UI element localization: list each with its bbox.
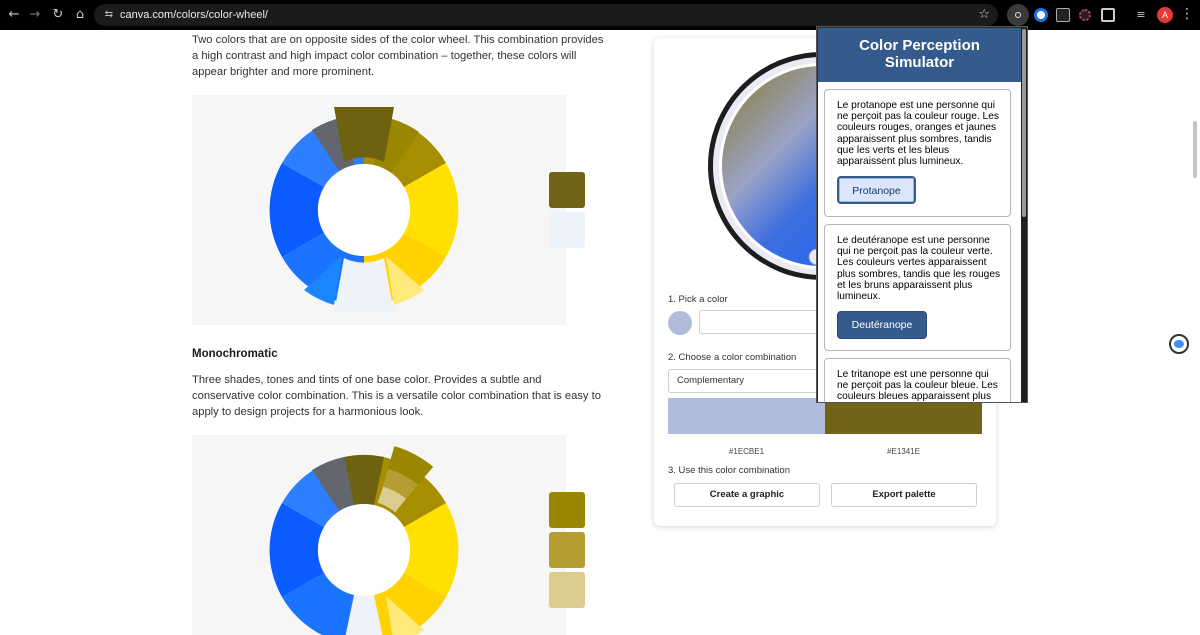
home-icon[interactable]: ⌂: [72, 7, 88, 23]
extension-screen-icon[interactable]: [1056, 8, 1070, 22]
popup-body: Color Perception Simulator Le protanope …: [818, 28, 1021, 402]
color-perception-popup: Color Perception Simulator Le protanope …: [816, 26, 1028, 403]
tritanope-card: Le tritanope est une personne qui ne per…: [824, 358, 1011, 402]
complementary-description: Two colors that are on opposite sides of…: [192, 34, 604, 78]
url-text[interactable]: canva.com/colors/color-wheel/: [120, 8, 268, 22]
hex-right-label: #E1341E: [887, 447, 920, 456]
picked-color-circle[interactable]: [668, 311, 692, 335]
deuteranope-description: Le deutéranope est une personne qui ne p…: [837, 235, 1001, 303]
deuteranope-button[interactable]: Deutéranope: [837, 311, 927, 339]
site-info-icon[interactable]: ⇆: [102, 8, 116, 22]
monochromatic-wheel-figure: [192, 435, 566, 635]
popup-scrollbar-thumb[interactable]: [1022, 29, 1026, 217]
reload-icon[interactable]: ↻: [50, 7, 66, 23]
popup-title: Color Perception Simulator: [818, 28, 1021, 82]
browser-menu-icon[interactable]: ⋮: [1180, 6, 1194, 22]
step-combination-label: 2. Choose a color combination: [668, 352, 797, 363]
page-scrollbar-thumb[interactable]: [1193, 121, 1197, 178]
mono-swatch-3: [549, 572, 585, 608]
step-pick-color-label: 1. Pick a color: [668, 294, 728, 305]
hex-left-label: #1ECBE1: [728, 447, 765, 456]
floating-helper-icon[interactable]: [1169, 334, 1189, 354]
monochromatic-description: Three shades, tones and tints of one bas…: [192, 374, 601, 418]
color-wheel-complementary: [269, 107, 459, 313]
hex-color-input[interactable]: [699, 310, 829, 334]
mono-swatch-2: [549, 532, 585, 568]
reading-list-icon[interactable]: ≡: [1133, 7, 1149, 23]
complementary-wheel-figure: [192, 95, 566, 325]
complementary-swatch-1: [549, 172, 585, 208]
color-wheel-monochromatic: [269, 446, 459, 635]
protanope-card: Le protanope est une personne qui ne per…: [824, 89, 1011, 217]
create-graphic-button[interactable]: Create a graphic: [674, 483, 820, 507]
address-bar[interactable]: ⇆ canva.com/colors/color-wheel/ ☆: [94, 4, 998, 26]
extension-active-icon[interactable]: [1007, 4, 1029, 26]
protanope-button[interactable]: Protanope: [837, 176, 916, 204]
deuteranope-card: Le deutéranope est une personne qui ne p…: [824, 224, 1011, 351]
extensions-puzzle-icon[interactable]: [1101, 8, 1115, 22]
profile-avatar[interactable]: A: [1157, 7, 1173, 23]
tritanope-description: Le tritanope est une personne qui ne per…: [837, 369, 998, 402]
combination-select[interactable]: Complementary: [668, 369, 828, 393]
back-arrow-icon[interactable]: ←: [6, 7, 22, 23]
step-use-label: 3. Use this color combination: [668, 465, 790, 476]
forward-arrow-icon[interactable]: →: [27, 7, 43, 23]
extension-dots-icon[interactable]: [1079, 9, 1091, 21]
protanope-description: Le protanope est une personne qui ne per…: [837, 100, 999, 168]
mono-swatch-1: [549, 492, 585, 528]
complementary-swatch-2: [549, 212, 585, 248]
monochromatic-heading: Monochromatic: [192, 348, 278, 360]
export-palette-button[interactable]: Export palette: [831, 483, 977, 507]
combination-color-left: [668, 398, 825, 434]
bookmark-star-icon[interactable]: ☆: [978, 7, 990, 23]
combination-color-right: [825, 398, 982, 434]
extension-circle-icon[interactable]: [1034, 8, 1048, 22]
